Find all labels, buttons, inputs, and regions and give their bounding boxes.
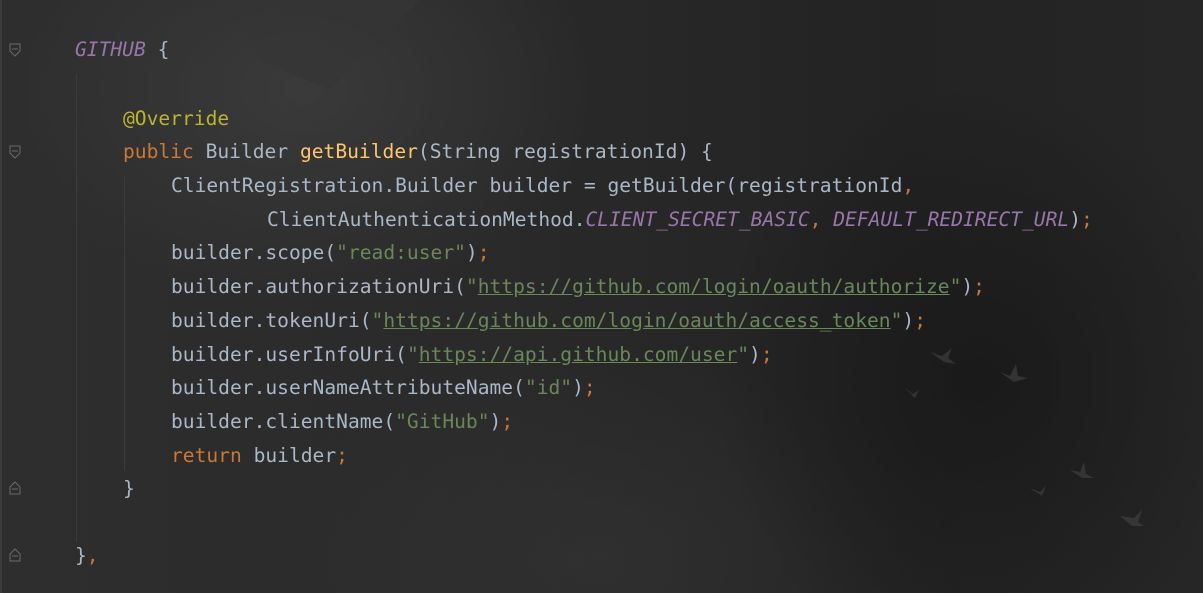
annotation: @Override <box>123 107 230 130</box>
punctuation: ; <box>477 241 490 264</box>
code-token: ) <box>489 410 502 433</box>
code-line: ClientRegistration.Builder builder = get… <box>171 174 914 198</box>
punctuation: ; <box>336 444 348 467</box>
code-token: ) <box>902 309 915 332</box>
punctuation: ; <box>583 376 596 399</box>
code-token: ) <box>1069 208 1081 231</box>
method-name: getBuilder <box>299 140 418 163</box>
punctuation: , <box>902 174 915 197</box>
code-token: builder.clientName( <box>171 410 396 433</box>
code-token: builder.userNameAttributeName( <box>171 376 525 399</box>
code-token: ClientRegistration.Builder builder = get… <box>171 174 903 197</box>
punctuation: ; <box>760 343 773 366</box>
bird-icon <box>1000 364 1028 382</box>
code-token: ) <box>749 343 761 366</box>
code-token: } <box>123 477 135 500</box>
bird-icon <box>905 388 919 398</box>
string-quote: " <box>465 275 478 298</box>
code-line: return builder; <box>171 444 348 468</box>
punctuation: ; <box>914 309 926 332</box>
url-link[interactable]: https://github.com/login/oauth/authorize <box>478 275 950 298</box>
punctuation: ; <box>1080 208 1093 231</box>
code-token: builder.tokenUri( <box>171 309 372 332</box>
code-line: GITHUB { <box>75 38 169 62</box>
code-line: builder.authorizationUri("https://github… <box>171 275 985 299</box>
string-quote: " <box>371 309 384 332</box>
string-literal: "GitHub" <box>395 410 490 433</box>
punctuation: , <box>86 544 99 567</box>
code-token: ) <box>465 241 478 264</box>
enum-constant: DEFAULT_REDIRECT_URL <box>833 208 1070 231</box>
code-line: } <box>123 477 135 501</box>
string-quote: " <box>890 309 903 332</box>
code-line: builder.userInfoUri("https://api.github.… <box>171 343 773 367</box>
indent-guide <box>76 74 77 542</box>
code-token: (String registrationId) { <box>417 140 713 163</box>
gutter-border <box>0 0 2 593</box>
code-editor[interactable]: GITHUB { @Override public Builder getBui… <box>0 0 1203 593</box>
indent-guide <box>124 175 125 471</box>
code-line: builder.tokenUri("https://github.com/log… <box>171 309 926 333</box>
fold-marker-icon[interactable] <box>9 145 21 159</box>
code-line: }, <box>75 544 99 568</box>
bird-icon <box>1030 486 1046 496</box>
code-token: ) <box>572 376 584 399</box>
code-token: ) <box>961 275 974 298</box>
string-quote: " <box>737 343 750 366</box>
code-token: builder.authorizationUri( <box>171 275 466 298</box>
punctuation: ; <box>973 275 985 298</box>
keyword: public <box>123 140 194 163</box>
string-literal: "read:user" <box>336 241 466 264</box>
string-literal: "id" <box>524 376 573 399</box>
punctuation: , <box>809 208 834 231</box>
code-line: builder.clientName("GitHub"); <box>171 410 513 434</box>
punctuation: ; <box>501 410 514 433</box>
code-line: ClientAuthenticationMethod.CLIENT_SECRET… <box>267 208 1093 232</box>
code-line: builder.scope("read:user"); <box>171 241 490 265</box>
bird-icon <box>1120 510 1144 526</box>
fold-marker-icon[interactable] <box>9 548 21 562</box>
code-token: { <box>145 38 170 61</box>
enum-name: GITHUB <box>75 38 146 61</box>
fold-marker-icon[interactable] <box>9 43 21 57</box>
code-token: } <box>75 544 87 567</box>
url-link[interactable]: https://github.com/login/oauth/access_to… <box>383 309 890 332</box>
url-link[interactable]: https://api.github.com/user <box>419 343 738 366</box>
code-line: @Override <box>123 107 229 131</box>
code-token: Builder <box>193 140 300 163</box>
bird-icon <box>930 348 956 364</box>
string-quote: " <box>949 275 962 298</box>
string-quote: " <box>406 343 419 366</box>
fold-marker-icon[interactable] <box>9 481 21 495</box>
code-line: builder.userNameAttributeName("id"); <box>171 376 596 400</box>
code-token: ClientAuthenticationMethod. <box>267 208 586 231</box>
code-token: builder.userInfoUri( <box>171 343 407 366</box>
keyword: return <box>171 444 242 467</box>
enum-constant: CLIENT_SECRET_BASIC <box>585 208 810 231</box>
code-line: public Builder getBuilder(String registr… <box>123 140 713 164</box>
bird-icon <box>1070 462 1094 478</box>
code-token: builder <box>241 444 337 467</box>
code-token: builder.scope( <box>171 241 337 264</box>
